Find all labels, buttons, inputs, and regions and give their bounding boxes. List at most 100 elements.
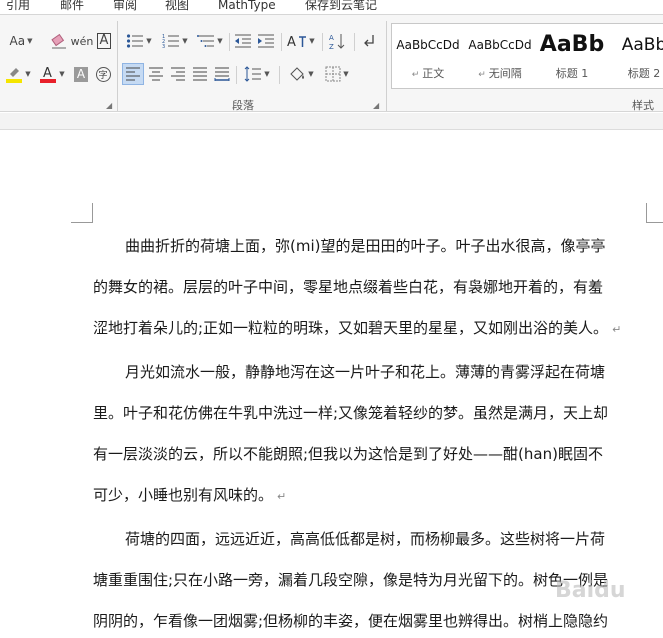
paragraph-group-label: 段落 (232, 99, 254, 112)
divider (354, 33, 355, 51)
chinese-layout-icon: A (287, 35, 307, 49)
text-line: 涩地打着朵儿的;正如一粒粒的明珠，又如碧天里的星星，又如刚出浴的美人。 ↵ (93, 319, 622, 337)
paragraph-mark: ↵ (612, 323, 622, 336)
character-border-icon: A (96, 33, 112, 49)
ribbon: Aa ▼ wén A ▼ A ▼ A 字 ◢ ▼ 1 2 3 ▼ ▼ A ▼ A… (0, 14, 663, 112)
document-top-band (0, 113, 663, 130)
multilevel-list-icon (197, 35, 215, 47)
text-line: 的舞女的裙。层层的叶子中间，零星地点缀着些白花，有袅娜地开着的，有羞 (93, 278, 604, 296)
increase-indent-button[interactable] (255, 30, 277, 52)
text-line: 可少，小睡也别有风味的。 ↵ (93, 486, 287, 504)
text-line: 里。叶子和花仿佛在牛乳中洗过一样;又像笼着轻纱的梦。虽然是满月，天上却 (93, 404, 609, 422)
eraser-icon (51, 33, 66, 49)
font-dialog-launcher-icon[interactable]: ◢ (106, 101, 112, 110)
decrease-indent-button[interactable] (232, 30, 254, 52)
bullets-button[interactable]: ▼ (122, 30, 156, 52)
distributed-button[interactable] (211, 63, 233, 85)
paragraph-dialog-launcher-icon[interactable]: ◢ (373, 101, 379, 110)
paragraph-mark: ↵ (277, 490, 287, 503)
highlighter-icon (6, 68, 23, 83)
text-line: 曲曲折折的荷塘上面，弥(mi)望的是田田的叶子。叶子出水很高，像亭亭 (125, 237, 606, 255)
justify-button[interactable] (189, 63, 211, 85)
numbering-icon: 123 (162, 34, 180, 49)
chinese-layout-button[interactable]: A ▼ (284, 30, 318, 52)
decrease-indent-icon (235, 34, 251, 48)
font-color-icon: A (40, 66, 57, 83)
text-line: 塘重重围住;只在小路一旁，漏着几段空隙，像是特为月光留下的。树色一例是 (93, 571, 609, 589)
margin-corner-mark (646, 203, 663, 223)
align-right-button[interactable] (167, 63, 189, 85)
style-preview: AaBb (621, 35, 663, 55)
justify-icon (193, 67, 207, 81)
tab-mathtype[interactable]: MathType (218, 0, 276, 13)
tab-review[interactable]: 审阅 (113, 0, 137, 13)
align-center-icon (149, 67, 163, 81)
tab-save-to-cloud-note[interactable]: 保存到云笔记 (305, 0, 377, 13)
style-preview: AaBbCcDd (396, 38, 460, 52)
increase-indent-icon (258, 34, 274, 48)
style-name: ↵ 无间隔 (478, 67, 522, 80)
sort-icon: AZ (329, 34, 345, 50)
align-left-icon (126, 67, 140, 81)
tab-view[interactable]: 视图 (165, 0, 189, 13)
borders-button[interactable]: ▼ (320, 63, 354, 85)
align-right-icon (171, 67, 185, 81)
show-hide-marks-button[interactable] (358, 30, 380, 52)
tab-mailings[interactable]: 邮件 (60, 0, 84, 13)
align-left-button[interactable] (122, 63, 144, 85)
text-line: 月光如流水一般，静静地泻在这一片叶子和花上。薄薄的青雾浮起在荷塘 (125, 363, 606, 381)
svg-text:3: 3 (162, 44, 165, 49)
text-line: 阴阴的，乍看像一团烟雾;但杨柳的丰姿，便在烟雾里也辨得出。树梢上隐隐约 (93, 612, 609, 630)
numbering-button[interactable]: 123 ▼ (158, 30, 192, 52)
style-preview: AaBbCcDd (468, 38, 532, 52)
divider (281, 33, 282, 51)
margin-corner-mark (71, 203, 93, 223)
text-line: 荷塘的四面，远远近近，高高低低都是树，而杨柳最多。这些树将一片荷 (125, 530, 606, 548)
menu-tab-bar: 引用 邮件 审阅 视图 MathType 保存到云笔记 (0, 0, 663, 14)
group-divider (117, 21, 118, 111)
phonetic-guide-button[interactable]: wén (70, 30, 94, 52)
style-name: 标题 1 (555, 67, 589, 80)
character-shading-icon: A (73, 66, 89, 82)
style-preview: AaBb (539, 32, 605, 57)
style-no-spacing[interactable]: AaBbCcDd ↵ 无间隔 (464, 24, 536, 88)
document-area[interactable]: 曲曲折折的荷塘上面，弥(mi)望的是田田的叶子。叶子出水很高，像亭亭 的舞女的裙… (0, 113, 663, 638)
svg-text:Z: Z (329, 43, 334, 50)
sort-button[interactable]: AZ (326, 30, 350, 52)
shading-button[interactable]: ▼ (284, 63, 318, 85)
watermark: Baidu (555, 578, 626, 603)
font-color-button[interactable]: A ▼ (36, 63, 68, 85)
styles-gallery: AaBbCcDd ↵ 正文 AaBbCcDd ↵ 无间隔 AaBb 标题 1 A… (391, 23, 663, 89)
phonetic-guide-icon: wén (70, 34, 94, 48)
change-case-label: Aa (9, 34, 26, 48)
pilcrow-arrow-icon (364, 35, 374, 47)
distributed-icon (214, 67, 230, 81)
bullets-icon (127, 34, 144, 48)
align-center-button[interactable] (145, 63, 167, 85)
style-name: ↵ 正文 (411, 67, 445, 80)
text-line: 有一层淡淡的云，所以不能朗照;但我以为这恰是到了好处——酣(han)眠固不 (93, 445, 603, 463)
enclose-characters-icon: 字 (95, 66, 111, 82)
change-case-button[interactable]: Aa ▼ (4, 30, 38, 52)
style-heading-1[interactable]: AaBb 标题 1 (536, 24, 608, 88)
style-name: 标题 2 (627, 67, 661, 80)
svg-text:A: A (329, 34, 334, 42)
highlight-color-button[interactable]: ▼ (2, 63, 34, 85)
group-divider (386, 21, 387, 111)
multilevel-list-button[interactable]: ▼ (194, 30, 226, 52)
divider (229, 33, 230, 51)
tab-references[interactable]: 引用 (6, 0, 30, 13)
divider (236, 66, 237, 84)
borders-icon (325, 66, 341, 82)
style-normal[interactable]: AaBbCcDd ↵ 正文 (392, 24, 464, 88)
paint-bucket-icon (290, 67, 305, 81)
style-heading-2[interactable]: AaBb 标题 2 (608, 24, 663, 88)
character-shading-button[interactable]: A (71, 63, 91, 85)
svg-text:A: A (287, 35, 296, 49)
svg-text:A: A (43, 66, 52, 81)
styles-group-label: 样式 (632, 99, 654, 112)
line-spacing-button[interactable]: ▼ (240, 63, 274, 85)
enclose-characters-button[interactable]: 字 (93, 63, 113, 85)
character-border-button[interactable]: A (94, 30, 114, 52)
clear-formatting-button[interactable] (48, 30, 70, 52)
